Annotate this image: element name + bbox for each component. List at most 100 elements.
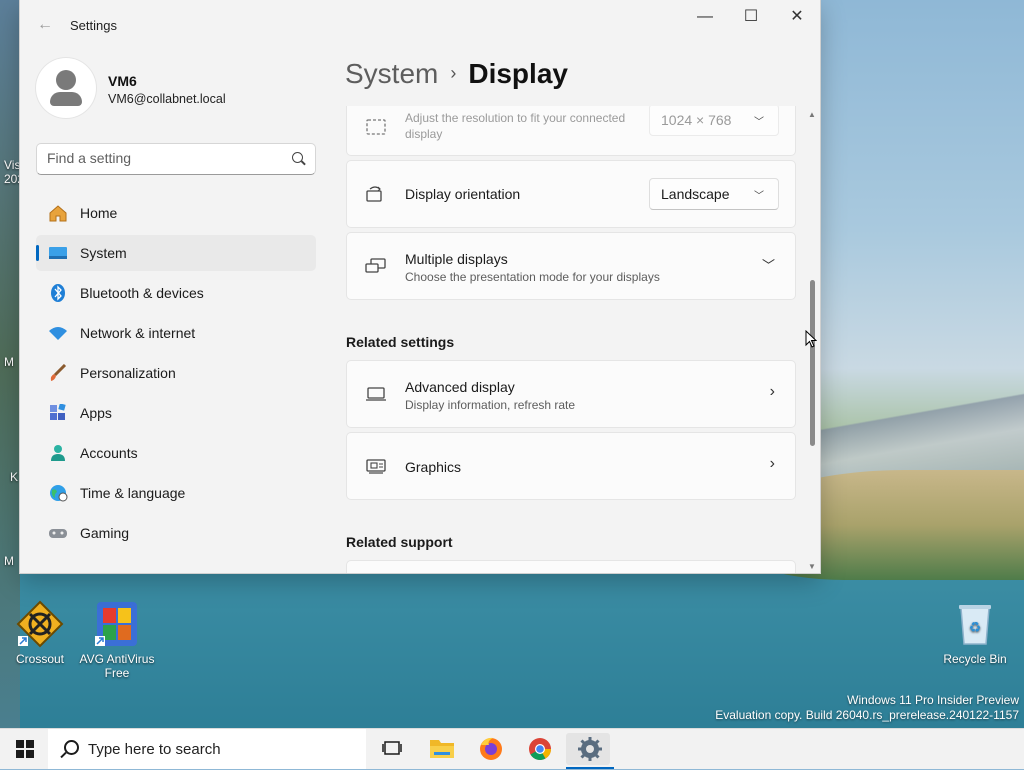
svg-text:♻: ♻: [969, 620, 982, 636]
desktop-edge-label: M: [4, 554, 14, 568]
user-profile[interactable]: VM6 VM6@collabnet.local: [36, 58, 326, 120]
multiple-displays-description: Choose the presentation mode for your di…: [405, 270, 660, 284]
chevron-right-icon: ›: [769, 455, 775, 472]
settings-taskbar-button[interactable]: [566, 733, 614, 769]
related-settings-heading: Related settings: [346, 334, 455, 350]
chevron-down-icon[interactable]: ﹀: [762, 255, 775, 274]
watermark-line: Windows 11 Pro Insider Preview: [847, 693, 1019, 707]
profile-email: VM6@collabnet.local: [108, 92, 226, 106]
laptop-icon: [366, 387, 386, 401]
sidebar-item-accounts[interactable]: Accounts: [36, 435, 316, 471]
chrome-button[interactable]: [518, 733, 562, 765]
accounts-icon: [51, 445, 65, 461]
avatar: [36, 58, 96, 118]
home-icon: [49, 205, 67, 222]
graphics-card-icon: [366, 459, 386, 474]
settings-icon: [578, 737, 602, 761]
scroll-up-icon[interactable]: ▲: [808, 110, 816, 119]
page-title: Display: [468, 58, 568, 89]
sidebar-item-bluetooth[interactable]: Bluetooth & devices: [36, 275, 316, 311]
taskbar: Type here to search: [0, 728, 1024, 769]
orientation-icon: [366, 186, 382, 202]
watermark-line: Evaluation copy. Build 26040.rs_prerelea…: [715, 708, 1019, 722]
desktop-icon-recycle-bin[interactable]: ♻ Recycle Bin: [935, 600, 1015, 666]
search-icon[interactable]: [292, 152, 303, 163]
desktop-icon-crossout[interactable]: Crossout: [0, 600, 80, 666]
breadcrumb: System › Display: [345, 58, 568, 98]
scrollbar-thumb[interactable]: [810, 280, 815, 446]
sidebar-item-network[interactable]: Network & internet: [36, 315, 316, 351]
multiple-displays-title: Multiple displays: [405, 251, 508, 267]
arrow-left-icon: ←: [37, 16, 53, 33]
avatar-head-shape: [56, 70, 76, 90]
sidebar-item-label: Bluetooth & devices: [80, 285, 204, 301]
sidebar-item-time-language[interactable]: Time & language: [36, 475, 316, 511]
sidebar-item-label: Apps: [80, 405, 112, 421]
maximize-button[interactable]: ☐: [728, 6, 774, 30]
brush-icon: [50, 364, 67, 381]
file-explorer-button[interactable]: [420, 733, 464, 765]
desktop-edge-label: K: [10, 470, 19, 484]
sidebar-item-label: Home: [80, 205, 118, 221]
bluetooth-icon: [51, 284, 65, 302]
advanced-display-title: Advanced display: [405, 379, 515, 395]
sidebar-item-label: Personalization: [80, 365, 176, 381]
desktop-edge-label: M: [4, 355, 14, 369]
sidebar-item-label: System: [80, 245, 127, 261]
back-button[interactable]: ←: [34, 14, 56, 36]
sidebar-item-system[interactable]: System: [36, 235, 316, 271]
resolution-icon: [366, 119, 386, 135]
desktop-icon-avg[interactable]: AVG AntiVirus Free: [77, 600, 157, 680]
windows-logo-icon: [26, 740, 34, 748]
graphics-card[interactable]: Graphics ›: [346, 432, 796, 500]
search-input[interactable]: [37, 144, 297, 172]
resolution-description: Adjust the resolution to fit your connec…: [405, 111, 626, 141]
orientation-label: Display orientation: [405, 186, 521, 202]
dropdown-value: 1024 × 768: [661, 112, 732, 128]
sidebar-item-personalization[interactable]: Personalization: [36, 355, 316, 391]
orientation-dropdown[interactable]: Landscape ﹀: [649, 178, 779, 210]
crossout-icon: [16, 600, 64, 648]
advanced-display-card[interactable]: Advanced display Display information, re…: [346, 360, 796, 428]
avatar-body-shape: [50, 92, 82, 106]
search-icon: [64, 740, 79, 755]
scroll-down-icon[interactable]: ▼: [808, 562, 816, 571]
chevron-down-icon: ﹀: [754, 191, 764, 202]
multiple-displays-icon: [365, 258, 386, 273]
profile-name: VM6: [108, 73, 137, 89]
mouse-cursor-icon: [805, 330, 817, 348]
taskbar-search-box[interactable]: Type here to search: [48, 729, 366, 769]
sidebar-item-apps[interactable]: Apps: [36, 395, 316, 431]
task-view-icon: [382, 741, 402, 755]
windows-logo-icon: [26, 750, 34, 758]
chevron-right-icon: ›: [769, 383, 775, 400]
find-setting-search[interactable]: [36, 143, 316, 175]
sidebar-item-gaming[interactable]: Gaming: [36, 515, 316, 551]
sidebar-item-label: Time & language: [80, 485, 186, 501]
dropdown-value: Landscape: [661, 186, 730, 202]
advanced-display-description: Display information, refresh rate: [405, 398, 576, 412]
display-settings-content: Adjust the resolution to fit your connec…: [346, 106, 796, 573]
related-support-card[interactable]: [346, 560, 796, 573]
multiple-displays-card[interactable]: Multiple displays Choose the presentatio…: [346, 232, 796, 300]
minimize-button[interactable]: —: [682, 6, 728, 30]
task-view-button[interactable]: [370, 733, 414, 765]
file-explorer-icon: [430, 740, 454, 758]
breadcrumb-parent[interactable]: System: [345, 58, 438, 89]
desktop-icon-label: Recycle Bin: [943, 652, 1007, 666]
related-support-heading: Related support: [346, 534, 453, 550]
close-button[interactable]: ✕: [774, 6, 820, 30]
firefox-icon: [480, 737, 502, 760]
sidebar-item-home[interactable]: Home: [36, 195, 316, 231]
wifi-icon: [49, 327, 67, 340]
firefox-button[interactable]: [469, 733, 513, 765]
title-bar[interactable]: ← Settings — ☐ ✕: [20, 0, 820, 48]
desktop-edge-label: Vis: [4, 158, 21, 172]
desktop-icon-label: Crossout: [15, 652, 65, 666]
avg-antivirus-icon: [93, 600, 141, 648]
start-button[interactable]: [16, 740, 34, 758]
sidebar-item-label: Accounts: [80, 445, 138, 461]
system-icon: [49, 247, 67, 259]
taskbar-search-placeholder: Type here to search: [88, 741, 221, 758]
resolution-dropdown[interactable]: 1024 × 768 ﹀: [649, 106, 779, 136]
